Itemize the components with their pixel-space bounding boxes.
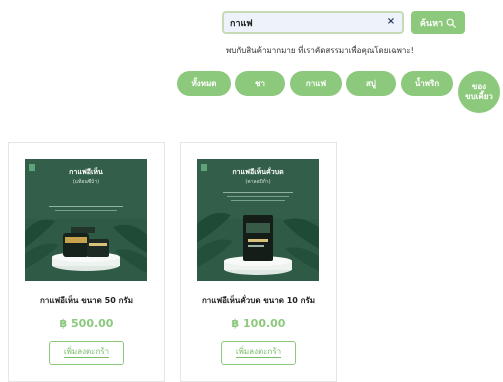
category-snacks[interactable]: ของ ขบเคี้ยว <box>458 71 500 113</box>
category-tea[interactable]: ชา <box>235 71 285 96</box>
search-input[interactable] <box>224 13 374 32</box>
search-icon <box>446 18 456 28</box>
category-coffee[interactable]: กาแฟ <box>290 71 342 96</box>
add-to-cart-button[interactable]: เพิ่มลงตะกร้า <box>221 341 296 365</box>
clear-search-icon[interactable]: × <box>384 15 398 29</box>
product-image-subtitle: (แท้อนซีบ้า) <box>72 179 100 185</box>
product-card[interactable]: กาแฟอีเห็นคั่วบด (คาลอบิก้า) กาแฟอีเห็นค… <box>180 142 337 382</box>
tagline: พบกับสินค้ามากมาย ที่เราคัดสรรมาเพื่อคุณ… <box>226 46 414 55</box>
add-to-cart-label: เพิ่มลงตะกร้า <box>235 347 282 358</box>
product-image-title: กาแฟอีเห็นคั่วบด <box>232 168 284 176</box>
product-image-subtitle: (คาลอบิก้า) <box>245 179 271 185</box>
category-soap[interactable]: สบู่ <box>346 71 396 96</box>
category-all[interactable]: ทั้งหมด <box>177 71 231 96</box>
product-name[interactable]: กาแฟอีเห็นคั่วบด ขนาด 10 กรัม <box>181 294 336 307</box>
search-box[interactable]: × <box>222 11 404 34</box>
product-price: ฿ 500.00 <box>59 317 114 330</box>
search-button-label: ค้นหา <box>419 18 444 29</box>
product-price: ฿ 100.00 <box>231 317 286 330</box>
category-chili-paste[interactable]: น้ำพริก <box>401 71 453 96</box>
product-card[interactable]: กาแฟอีเห็น (แท้อนซีบ้า) กาแฟอีเห็น ขนาด … <box>8 142 165 382</box>
product-image[interactable]: กาแฟอีเห็น (แท้อนซีบ้า) <box>25 159 147 281</box>
product-image[interactable]: กาแฟอีเห็นคั่วบด (คาลอบิก้า) <box>197 159 319 281</box>
add-to-cart-button[interactable]: เพิ่มลงตะกร้า <box>49 341 124 365</box>
add-to-cart-label: เพิ่มลงตะกร้า <box>63 347 110 358</box>
product-name[interactable]: กาแฟอีเห็น ขนาด 50 กรัม <box>9 294 164 307</box>
product-image-title: กาแฟอีเห็น <box>69 168 103 176</box>
search-button[interactable]: ค้นหา <box>411 11 465 34</box>
